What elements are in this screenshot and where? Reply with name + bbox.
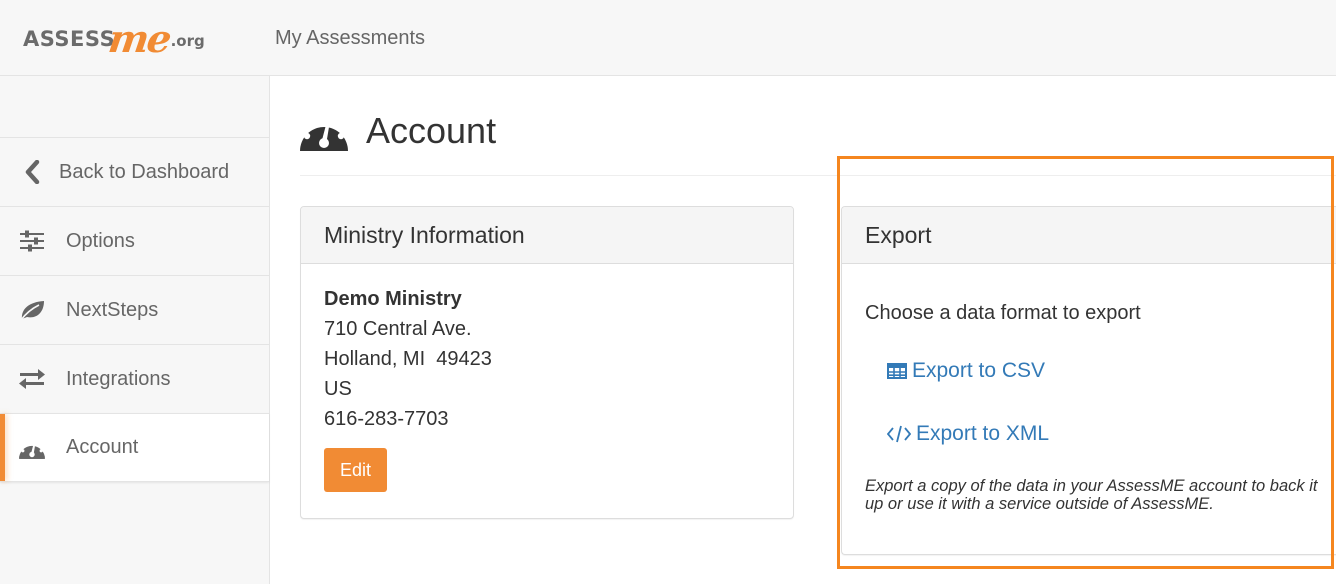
- address-line-2: Holland, MI 49423: [324, 348, 492, 370]
- sidebar-item-label: Integrations: [66, 367, 171, 390]
- table-icon: [887, 363, 907, 379]
- code-icon: [887, 425, 911, 443]
- phone: 616-283-7703: [324, 408, 449, 430]
- exchange-icon: [19, 366, 45, 392]
- divider: [300, 175, 1336, 176]
- sidebar-item-options[interactable]: Options: [0, 206, 269, 275]
- sidebar-item-integrations[interactable]: Integrations: [0, 344, 269, 413]
- dashboard-gauge-icon: [19, 435, 45, 461]
- sidebar-item-back-to-dashboard[interactable]: Back to Dashboard: [0, 137, 269, 206]
- sliders-icon: [19, 228, 45, 254]
- sidebar-item-label: Back to Dashboard: [59, 160, 230, 183]
- ministry-information-panel: Ministry Information Demo Ministry 710 C…: [300, 206, 794, 519]
- page-header: Account: [300, 106, 496, 156]
- logo-text-org: .org: [170, 32, 205, 50]
- export-csv-link[interactable]: Export to CSV: [887, 356, 1328, 386]
- export-xml-label: Export to XML: [916, 422, 1050, 445]
- export-csv-label: Export to CSV: [912, 359, 1046, 382]
- sidebar-item-account[interactable]: Account: [0, 413, 269, 482]
- leaf-icon: [19, 297, 45, 323]
- logo-text-me: me: [106, 16, 173, 61]
- nav-my-assessments[interactable]: My Assessments: [275, 27, 425, 50]
- top-navbar: ASSESS me .org My Assessments: [0, 0, 1336, 76]
- country: US: [324, 378, 352, 400]
- sidebar: Back to Dashboard Options NextSteps Inte…: [0, 76, 270, 584]
- export-note: Export a copy of the data in your Assess…: [865, 477, 1318, 513]
- ministry-name: Demo Ministry: [324, 288, 462, 310]
- page-title: Account: [366, 110, 497, 151]
- dashboard-gauge-icon: [300, 110, 348, 152]
- export-body: Choose a data format to export Export to…: [842, 264, 1336, 537]
- export-prompt: Choose a data format to export: [865, 302, 1141, 324]
- sidebar-menu: Back to Dashboard Options NextSteps Inte…: [0, 137, 269, 482]
- logo-text-assess: ASSESS: [23, 27, 116, 51]
- chevron-left-icon: [19, 159, 45, 185]
- panel-heading: Ministry Information: [301, 207, 793, 264]
- export-xml-link[interactable]: Export to XML: [887, 419, 1328, 449]
- edit-button[interactable]: Edit: [324, 448, 388, 492]
- export-panel: Export Choose a data format to export Ex…: [841, 206, 1336, 555]
- sidebar-item-label: Options: [66, 229, 135, 252]
- address-line-1: 710 Central Ave.: [324, 318, 472, 340]
- sidebar-item-label: Account: [66, 436, 139, 458]
- ministry-address: Demo Ministry 710 Central Ave. Holland, …: [301, 264, 793, 516]
- panel-heading: Export: [842, 207, 1336, 264]
- sidebar-item-nextsteps[interactable]: NextSteps: [0, 275, 269, 344]
- sidebar-item-label: NextSteps: [66, 298, 159, 321]
- assessme-logo[interactable]: ASSESS me .org: [23, 14, 205, 61]
